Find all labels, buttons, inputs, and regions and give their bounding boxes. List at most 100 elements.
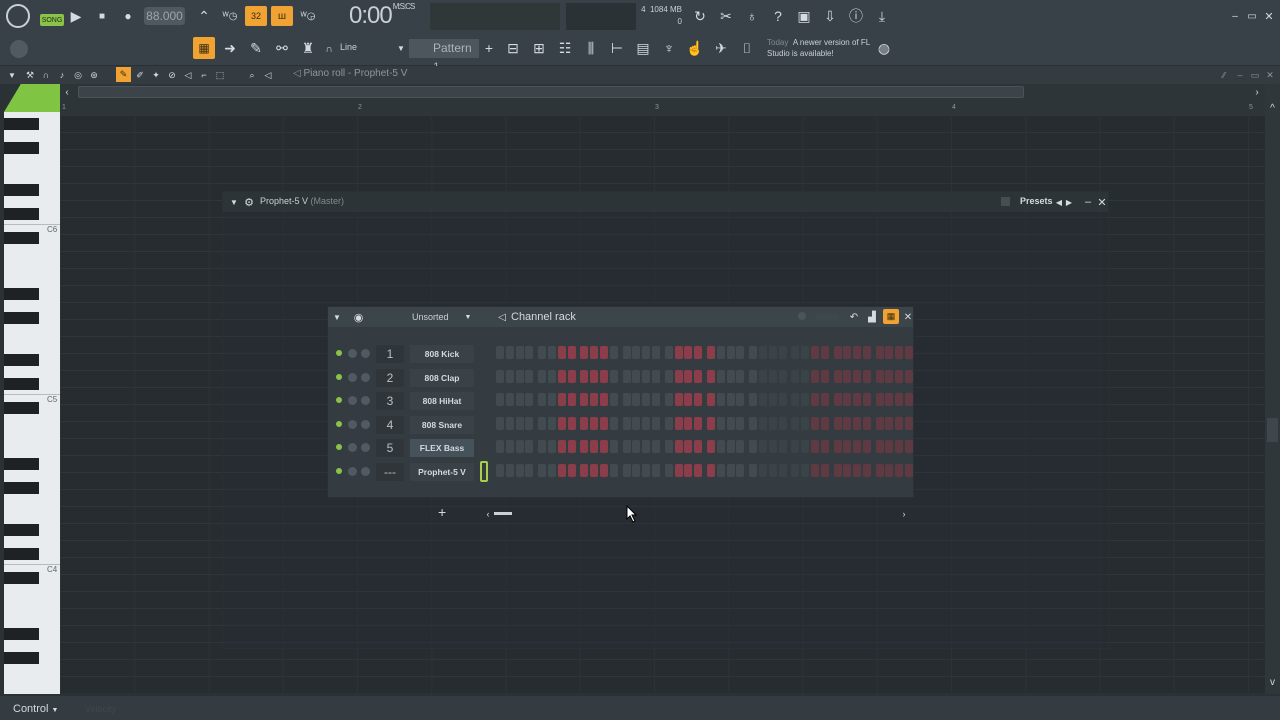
step-button[interactable] [567, 440, 576, 454]
step-button[interactable] [525, 464, 534, 477]
step-button[interactable] [496, 346, 504, 359]
channel-pan-knob[interactable] [361, 467, 370, 476]
step-button[interactable] [674, 464, 683, 477]
step-button[interactable] [853, 346, 862, 359]
channel-name-button[interactable]: 808 Snare [410, 415, 474, 434]
step-button[interactable] [778, 464, 787, 477]
channel-pan-knob[interactable] [361, 349, 370, 358]
step-button[interactable] [736, 440, 745, 454]
fl-logo-icon[interactable] [6, 4, 30, 28]
step-button[interactable] [674, 416, 683, 430]
horizontal-scrollbar[interactable] [78, 86, 1024, 98]
time-display[interactable]: 0:00M:S:CS [349, 2, 415, 30]
channel-mute-led[interactable] [336, 373, 342, 380]
rack-graph-knob[interactable] [798, 312, 806, 320]
step-button[interactable] [706, 346, 715, 359]
channel-rack-icon[interactable]: ☷ [557, 40, 573, 56]
step-button[interactable] [736, 416, 745, 430]
step-button[interactable] [843, 346, 852, 359]
channel-mute-led[interactable] [336, 420, 342, 427]
download-icon[interactable]: ⤓ [874, 8, 890, 24]
step-button[interactable] [674, 393, 683, 407]
step-button[interactable] [664, 393, 673, 407]
step-button[interactable] [716, 393, 725, 407]
snap-select[interactable]: Line [340, 42, 357, 52]
select-tool-icon[interactable]: ⬚ [214, 68, 226, 82]
help-icon[interactable]: ? [770, 8, 786, 24]
step-button[interactable] [885, 464, 894, 477]
step-button[interactable] [706, 393, 715, 407]
step-button[interactable] [758, 393, 767, 407]
rack-close-icon[interactable]: ✕ [903, 310, 913, 324]
rack-step-view-icon[interactable]: ▦ [883, 309, 899, 324]
mixer-track-number[interactable]: 1 [376, 345, 404, 363]
step-button[interactable] [706, 464, 715, 477]
step-button[interactable] [694, 369, 703, 383]
step-button[interactable] [749, 346, 758, 359]
step-button[interactable] [875, 346, 884, 359]
magnet-icon[interactable]: ∩ [322, 42, 336, 56]
step-sequencer-icon[interactable]: ⊞ [531, 40, 547, 56]
step-button[interactable] [895, 369, 904, 383]
master-volume-knob[interactable] [10, 40, 28, 58]
step-button[interactable] [905, 464, 914, 477]
step-button[interactable] [590, 393, 599, 407]
step-button[interactable] [547, 416, 556, 430]
step-button[interactable] [525, 416, 534, 430]
step-button[interactable] [557, 416, 566, 430]
step-button[interactable] [505, 440, 514, 454]
step-button[interactable] [749, 416, 758, 430]
step-button[interactable] [684, 440, 693, 454]
step-button[interactable] [833, 464, 842, 477]
arrow-icon[interactable]: ➜ [222, 40, 238, 56]
pr-close-icon[interactable]: ✕ [1264, 69, 1276, 81]
pattern-dropdown-icon[interactable]: ▼ [396, 42, 406, 54]
step-button[interactable] [694, 393, 703, 407]
note-icon[interactable]: ♪ [56, 68, 68, 82]
plugin-close-icon[interactable]: ✕ [1097, 195, 1107, 209]
channel-name-button[interactable]: 808 Clap [410, 368, 474, 387]
step-button[interactable] [791, 346, 800, 359]
step-button[interactable] [768, 346, 777, 359]
mixer-track-number[interactable]: 4 [376, 415, 404, 434]
step-button[interactable] [791, 416, 800, 430]
step-sequence[interactable] [496, 393, 915, 408]
channel-row[interactable]: 5 FLEX Bass [328, 436, 915, 460]
cart-icon[interactable]: ⌷ [739, 40, 755, 56]
step-button[interactable] [706, 369, 715, 383]
step-button[interactable] [778, 346, 787, 359]
save-icon[interactable]: ▣ [796, 8, 812, 24]
step-button[interactable] [810, 464, 819, 477]
step-button[interactable] [895, 464, 904, 477]
step-button[interactable] [885, 416, 894, 430]
vscroll-thumb[interactable] [1267, 418, 1278, 442]
step-button[interactable] [820, 346, 829, 359]
step-button[interactable] [833, 440, 842, 454]
step-button[interactable] [768, 393, 777, 407]
microphone-icon[interactable]: ♁ [744, 8, 760, 24]
step-button[interactable] [496, 393, 504, 407]
step-button[interactable] [538, 346, 547, 359]
step-button[interactable] [567, 393, 576, 407]
step-button[interactable] [609, 440, 618, 454]
step-button[interactable] [853, 416, 862, 430]
step-button[interactable] [843, 416, 852, 430]
step-button[interactable] [875, 369, 884, 383]
step-button[interactable] [557, 346, 566, 359]
channel-name-button[interactable]: 808 HiHat [410, 392, 474, 411]
channel-row[interactable]: 4 808 Snare [328, 413, 915, 437]
step-button[interactable] [694, 464, 703, 477]
step-button[interactable] [599, 369, 608, 383]
step-button[interactable] [590, 416, 599, 430]
slice-tool-icon[interactable]: ⌐ [198, 68, 210, 82]
scroll-right-icon[interactable]: › [1252, 86, 1262, 98]
step-button[interactable] [547, 464, 556, 477]
wait-input-icon[interactable]: ᵂ◷ [220, 8, 240, 24]
step-button[interactable] [599, 464, 608, 477]
channel-mute-led[interactable] [336, 468, 342, 474]
step-button[interactable] [768, 440, 777, 454]
step-button[interactable] [496, 464, 504, 477]
step-button[interactable] [547, 369, 556, 383]
step-button[interactable] [726, 464, 735, 477]
step-button[interactable] [694, 440, 703, 454]
